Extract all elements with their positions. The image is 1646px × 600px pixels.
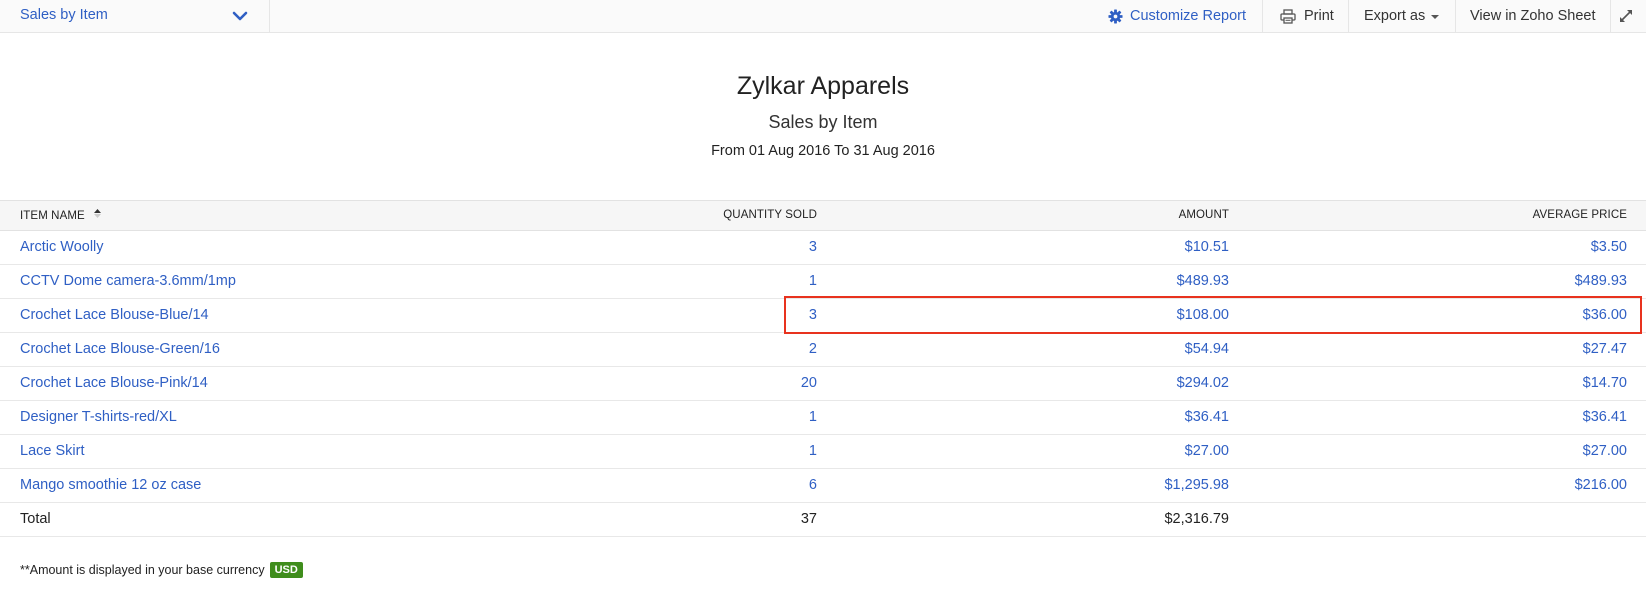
- amount-link[interactable]: $1,295.98: [1164, 477, 1229, 493]
- table-row: Designer T-shirts-red/XL 1 $36.41 $36.41: [0, 401, 1646, 435]
- item-name-link[interactable]: Crochet Lace Blouse-Pink/14: [20, 375, 208, 391]
- amount-link[interactable]: $489.93: [1177, 273, 1229, 289]
- amount-link[interactable]: $10.51: [1185, 239, 1229, 255]
- toolbar-divider: [1262, 0, 1263, 32]
- item-name-link[interactable]: Mango smoothie 12 oz case: [20, 477, 201, 493]
- report-title: Sales by Item: [768, 112, 878, 132]
- expand-icon: [1620, 10, 1632, 22]
- sort-ascending-icon: [94, 209, 102, 218]
- quantity-sold-link[interactable]: 20: [801, 375, 817, 391]
- average-price-link[interactable]: $14.70: [1583, 375, 1627, 391]
- view-in-zoho-sheet-button[interactable]: View in Zoho Sheet: [1470, 0, 1595, 32]
- export-as-dropdown[interactable]: Export as: [1364, 0, 1440, 32]
- customize-report-label: Customize Report: [1130, 8, 1247, 24]
- quantity-sold-link[interactable]: 3: [809, 239, 817, 255]
- amount-link[interactable]: $54.94: [1185, 341, 1229, 357]
- print-label: Print: [1304, 8, 1334, 24]
- currency-footnote: **Amount is displayed in your base curre…: [20, 562, 303, 578]
- average-price-link[interactable]: $3.50: [1591, 239, 1627, 255]
- organization-name: Zylkar Apparels: [736, 72, 910, 100]
- toolbar-divider: [1455, 0, 1456, 32]
- column-header-label: ITEM NAME: [20, 210, 85, 222]
- item-name-link[interactable]: CCTV Dome camera-3.6mm/1mp: [20, 273, 236, 289]
- currency-badge: USD: [269, 562, 303, 578]
- printer-icon: [1280, 8, 1296, 24]
- average-price-link[interactable]: $489.93: [1575, 273, 1627, 289]
- amount-link[interactable]: $36.41: [1185, 409, 1229, 425]
- column-header-amount[interactable]: AMOUNT: [1179, 209, 1229, 221]
- quantity-sold-link[interactable]: 1: [809, 273, 817, 289]
- quantity-sold-link[interactable]: 2: [809, 341, 817, 357]
- expand-button[interactable]: [1618, 0, 1634, 32]
- print-button[interactable]: Print: [1280, 0, 1334, 32]
- table-row: Crochet Lace Blouse-Pink/14 20 $294.02 $…: [0, 367, 1646, 401]
- quantity-sold-link[interactable]: 3: [809, 307, 817, 323]
- total-quantity: 37: [800, 511, 817, 527]
- average-price-link[interactable]: $27.47: [1583, 341, 1627, 357]
- amount-link[interactable]: $27.00: [1185, 443, 1229, 459]
- report-selector-dropdown[interactable]: Sales by Item: [0, 0, 270, 32]
- average-price-link[interactable]: $27.00: [1583, 443, 1627, 459]
- column-header-quantity-sold[interactable]: QUANTITY SOLD: [723, 209, 817, 221]
- report-toolbar: Sales by Item Customize Report Print Exp…: [0, 0, 1646, 33]
- total-amount: $2,316.79: [1164, 511, 1229, 527]
- amount-link[interactable]: $108.00: [1177, 307, 1229, 323]
- report-date-range: From 01 Aug 2016 To 31 Aug 2016: [711, 143, 935, 159]
- quantity-sold-link[interactable]: 1: [809, 443, 817, 459]
- item-name-link[interactable]: Crochet Lace Blouse-Blue/14: [20, 307, 209, 323]
- table-row: CCTV Dome camera-3.6mm/1mp 1 $489.93 $48…: [0, 265, 1646, 299]
- report-selector-label: Sales by Item: [20, 7, 108, 23]
- sales-by-item-table: ITEM NAME QUANTITY SOLD AMOUNT AVERAGE P…: [0, 200, 1646, 537]
- chevron-down-icon: [232, 11, 248, 21]
- table-row: Lace Skirt 1 $27.00 $27.00: [0, 435, 1646, 469]
- item-name-link[interactable]: Crochet Lace Blouse-Green/16: [20, 341, 220, 357]
- item-name-link[interactable]: Designer T-shirts-red/XL: [20, 409, 177, 425]
- column-header-average-price[interactable]: AVERAGE PRICE: [1533, 209, 1627, 221]
- quantity-sold-link[interactable]: 6: [809, 477, 817, 493]
- export-as-label: Export as: [1364, 8, 1426, 24]
- table-row: Mango smoothie 12 oz case 6 $1,295.98 $2…: [0, 469, 1646, 503]
- average-price-link[interactable]: $36.00: [1583, 307, 1627, 323]
- table-header-row: ITEM NAME QUANTITY SOLD AMOUNT AVERAGE P…: [0, 200, 1646, 231]
- table-row: Crochet Lace Blouse-Green/16 2 $54.94 $2…: [0, 333, 1646, 367]
- column-header-item-name[interactable]: ITEM NAME: [20, 209, 102, 222]
- table-row: Arctic Woolly 3 $10.51 $3.50: [0, 231, 1646, 265]
- average-price-link[interactable]: $216.00: [1575, 477, 1627, 493]
- view-in-zoho-sheet-label: View in Zoho Sheet: [1470, 8, 1596, 24]
- total-label: Total: [20, 511, 51, 527]
- amount-link[interactable]: $294.02: [1177, 375, 1229, 391]
- table-row-highlighted: Crochet Lace Blouse-Blue/14 3 $108.00 $3…: [0, 299, 1646, 333]
- caret-down-icon: [1431, 15, 1440, 19]
- gear-icon: [1108, 8, 1123, 24]
- toolbar-divider: [1610, 0, 1611, 32]
- item-name-link[interactable]: Lace Skirt: [20, 443, 84, 459]
- toolbar-divider: [1348, 0, 1349, 32]
- quantity-sold-link[interactable]: 1: [809, 409, 817, 425]
- customize-report-button[interactable]: Customize Report: [1108, 0, 1246, 32]
- item-name-link[interactable]: Arctic Woolly: [20, 239, 104, 255]
- footnote-text: **Amount is displayed in your base curre…: [20, 563, 265, 577]
- average-price-link[interactable]: $36.41: [1583, 409, 1627, 425]
- table-total-row: Total 37 $2,316.79: [0, 503, 1646, 537]
